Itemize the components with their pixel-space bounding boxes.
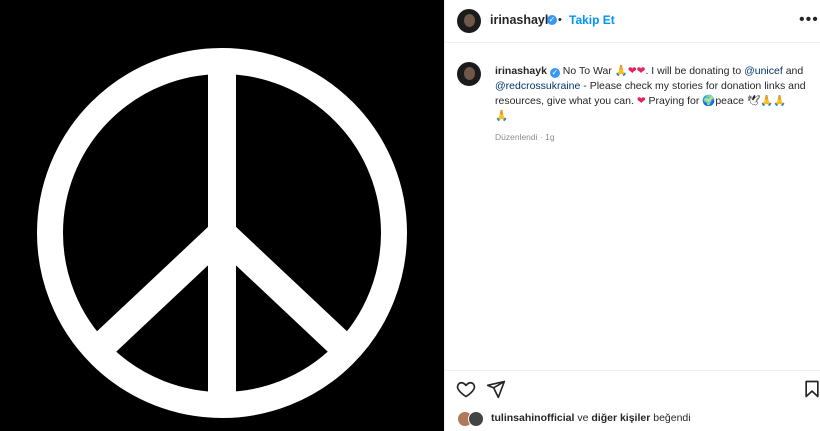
verified-icon: ✓ (547, 15, 557, 25)
heart-emoji-icon: ❤ (627, 65, 637, 77)
mention-redcrossukraine-link[interactable]: @redcrossukraine (495, 80, 580, 92)
caption-verified-icon: ✓ (549, 68, 560, 78)
follow-button[interactable]: Takip Et (569, 13, 615, 27)
avatar[interactable] (457, 9, 481, 33)
heart-icon[interactable] (456, 379, 476, 399)
action-bar (445, 370, 820, 405)
caption-text: peace (715, 95, 747, 107)
bookmark-icon[interactable] (802, 379, 820, 399)
edited-label: Düzenlendi (495, 132, 538, 142)
mention-unicef-link[interactable]: @unicef (744, 65, 783, 77)
others-link[interactable]: diğer kişiler (591, 412, 650, 424)
pray-emoji-icon: 🙏 (773, 95, 787, 107)
likes-conj: ve (574, 412, 592, 424)
likes-summary: tulinsahinofficial ve diğer kişiler beğe… (457, 410, 817, 428)
pray-emoji-icon: 🙏 (614, 65, 628, 77)
caption-avatar[interactable] (457, 62, 481, 86)
post-meta: Düzenlendi · 1g (495, 132, 555, 142)
send-icon[interactable] (486, 379, 506, 399)
more-options-icon[interactable]: ••• (799, 12, 819, 28)
likes-text: tulinsahinofficial ve diğer kişiler beğe… (491, 412, 691, 424)
pray-emoji-icon: 🙏 (760, 95, 774, 107)
peace-sign-icon (37, 48, 407, 418)
dove-emoji-icon: 🕊 (746, 95, 761, 107)
post-age[interactable]: 1g (545, 132, 554, 142)
header-username[interactable]: irinashayk (490, 13, 552, 27)
post-media[interactable] (0, 0, 444, 431)
liker-username[interactable]: tulinsahinofficial (491, 412, 574, 424)
caption-username[interactable]: irinashayk (495, 65, 547, 77)
caption-text: . I will be donating to (645, 65, 745, 77)
liker-avatar[interactable] (468, 411, 484, 427)
header-separator: • (558, 14, 562, 26)
post-header: irinashayk ✓ • Takip Et ••• (445, 0, 820, 43)
post-caption: irinashayk ✓ No To War 🙏❤❤. I will be do… (495, 64, 817, 124)
caption-text: Praying for (645, 95, 703, 107)
pray-emoji-icon: 🙏 (495, 110, 509, 122)
caption-text: No To War (562, 65, 615, 77)
caption-text: and (782, 65, 804, 77)
heart-emoji-icon: ❤ (636, 95, 646, 107)
likes-suffix: beğendi (650, 412, 691, 424)
meta-separator: · (537, 132, 546, 142)
post-panel: irinashayk ✓ • Takip Et ••• irinashayk ✓… (444, 0, 820, 431)
globe-emoji-icon: 🌍 (702, 95, 716, 107)
